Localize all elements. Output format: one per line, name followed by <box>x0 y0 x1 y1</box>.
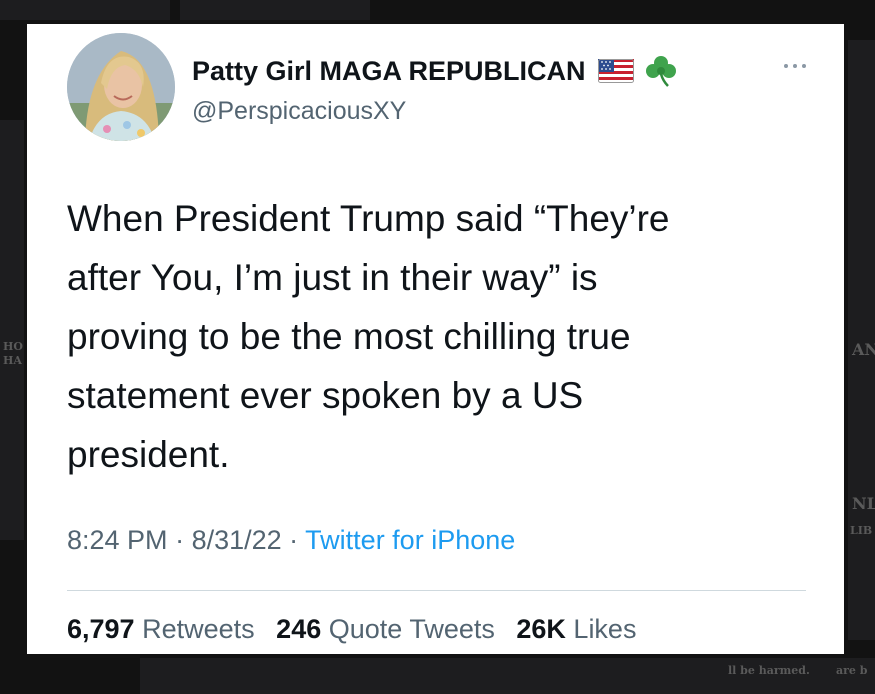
background-tile <box>180 0 370 20</box>
retweets-count: 6,797 <box>67 614 135 644</box>
background-fragment: NL <box>852 494 875 513</box>
user-handle[interactable]: @PerspicaciousXY <box>192 97 406 126</box>
tweet-stats: 6,797 Retweets 246 Quote Tweets 26K Like… <box>67 614 650 645</box>
tweet-card: Patty Girl MAGA REPUBLICAN @Perspicaciou… <box>27 24 844 654</box>
quote-tweets-count: 246 <box>276 614 322 644</box>
meta-separator: · <box>281 525 306 555</box>
likes-stat[interactable]: 26K Likes <box>516 614 636 644</box>
shamrock-icon <box>644 54 678 88</box>
tweet-text: When President Trump said “They’re after… <box>67 198 670 475</box>
tweet-time[interactable]: 8:24 PM <box>67 525 168 555</box>
retweets-stat[interactable]: 6,797 Retweets <box>67 614 255 644</box>
display-name-row[interactable]: Patty Girl MAGA REPUBLICAN <box>192 54 678 88</box>
background-fragment: LIB <box>850 524 873 537</box>
tweet-meta: 8:24 PM · 8/31/22 · Twitter for iPhone <box>67 525 515 556</box>
quote-tweets-stat[interactable]: 246 Quote Tweets <box>276 614 495 644</box>
quote-tweets-label: Quote Tweets <box>328 614 495 644</box>
avatar[interactable] <box>67 33 175 141</box>
dot <box>802 64 806 68</box>
tweet-source-link[interactable]: Twitter for iPhone <box>305 525 515 555</box>
divider <box>67 590 806 591</box>
display-name[interactable]: Patty Girl MAGA REPUBLICAN <box>192 56 586 87</box>
background-fragment: are b <box>836 664 868 677</box>
likes-count: 26K <box>516 614 566 644</box>
more-options-icon[interactable] <box>775 56 815 76</box>
background-fragment: HO <box>3 340 23 353</box>
background-fragment: HA <box>3 354 22 367</box>
dot <box>793 64 797 68</box>
meta-separator: · <box>167 525 192 555</box>
dot <box>784 64 788 68</box>
us-flag-icon <box>597 59 634 83</box>
avatar-photo <box>67 33 175 141</box>
tweet-date[interactable]: 8/31/22 <box>192 525 282 555</box>
retweets-label: Retweets <box>142 614 255 644</box>
background-fragment: ll be harmed. <box>728 664 810 677</box>
background-fragment: AN <box>852 340 875 359</box>
background-tile <box>0 0 170 20</box>
background-tile <box>0 120 24 540</box>
likes-label: Likes <box>573 614 637 644</box>
